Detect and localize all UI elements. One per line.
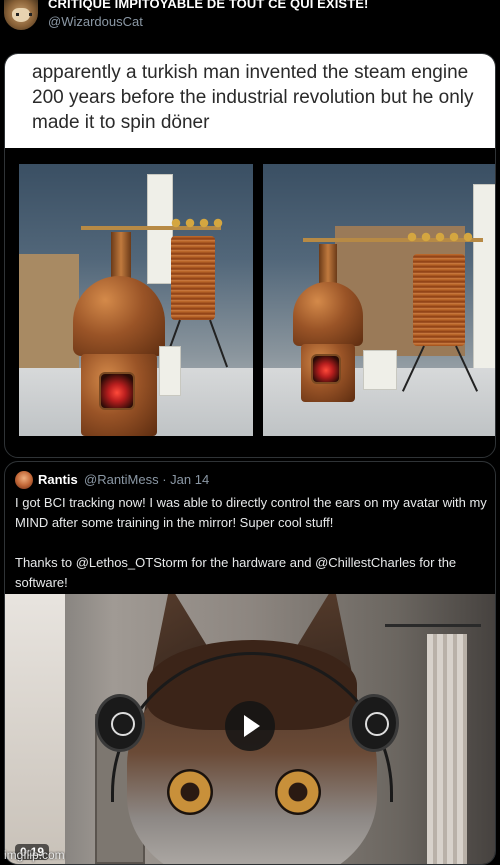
quoted-author-avatar[interactable] <box>15 471 33 489</box>
steam-engine-photo-left <box>19 164 253 436</box>
account-avatar[interactable] <box>4 0 38 30</box>
quoted-tweet[interactable]: Rantis @RantiMess · Jan 14 I got BCI tra… <box>4 461 496 865</box>
meme-image-card[interactable]: apparently a turkish man invented the st… <box>4 53 496 458</box>
quoted-tweet-paragraph: I got BCI tracking now! I was able to di… <box>15 495 487 530</box>
imgflip-watermark: imgflip.com <box>4 848 65 862</box>
quoted-author-name[interactable]: Rantis <box>38 472 78 487</box>
video-player[interactable]: 0:19 <box>5 594 495 864</box>
steam-engine-photo-right <box>263 164 495 436</box>
quoted-author-handle-date[interactable]: @RantiMess · Jan 14 <box>84 472 209 487</box>
headphone-icon <box>95 694 145 752</box>
meme-caption: apparently a turkish man invented the st… <box>32 62 474 133</box>
tweet-header: CRITIQUE IMPITOYABLE DE TOUT CE QUI EXIS… <box>0 0 500 48</box>
account-name[interactable]: CRITIQUE IMPITOYABLE DE TOUT CE QUI EXIS… <box>48 0 368 11</box>
account-handle[interactable]: @WizardousCat <box>48 14 143 29</box>
headphone-icon <box>349 694 399 752</box>
quoted-tweet-paragraph: Thanks to @Lethos_OTStorm for the hardwa… <box>15 555 457 590</box>
meme-caption-box: apparently a turkish man invented the st… <box>5 54 495 148</box>
play-icon[interactable] <box>225 701 275 751</box>
